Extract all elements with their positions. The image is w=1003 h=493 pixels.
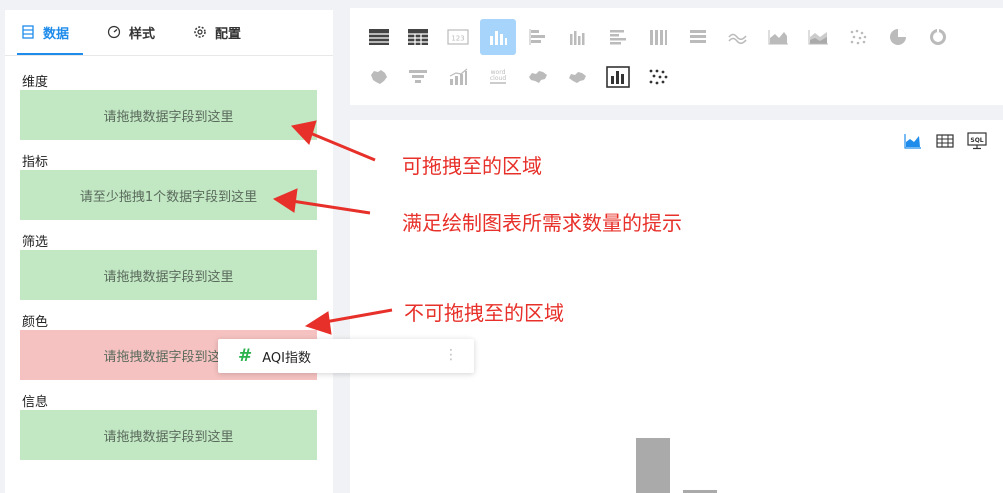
field-name: AQI指数 [262, 350, 311, 366]
word-cloud-icon[interactable]: word cloud [486, 65, 510, 89]
tab-label: 配置 [215, 26, 242, 42]
area-chart-icon[interactable] [766, 25, 790, 49]
table-icon[interactable] [367, 25, 391, 49]
wave-line-icon[interactable] [726, 25, 750, 49]
config-panel: 数据 样式 配置 维度 请拖拽数据字段到这里 指标 请至少拖拽1个数据字段到这里… [5, 10, 333, 493]
section-label-filter: 筛选 [22, 235, 49, 250]
svg-text:123: 123 [451, 35, 464, 43]
funnel-icon[interactable] [406, 65, 430, 89]
drop-zone-measure[interactable]: 请至少拖拽1个数据字段到这里 [20, 170, 317, 220]
kpi-card-icon[interactable]: 123 [446, 25, 470, 49]
section-label-color: 颜色 [22, 315, 49, 330]
section-label-info: 信息 [22, 395, 49, 410]
tab-label: 数据 [43, 26, 70, 42]
config-tabs: 数据 样式 配置 [5, 10, 333, 56]
section-label-dimension: 维度 [22, 75, 49, 90]
stacked-area-icon[interactable] [806, 25, 830, 49]
active-tab-indicator [17, 53, 83, 55]
chart-type-selector: 123 word cloud [350, 8, 1003, 105]
table-icon [21, 25, 35, 39]
tab-data[interactable]: 数据 [21, 22, 69, 42]
gear-icon [193, 25, 207, 39]
annotation-not-droppable: 不可拖拽至的区域 [404, 301, 564, 325]
more-icon[interactable]: ⋮ [444, 347, 458, 363]
preview-bar [636, 438, 670, 493]
section-label-measure: 指标 [22, 155, 49, 170]
grouped-bar-icon[interactable] [606, 25, 630, 49]
framed-bar-icon[interactable] [606, 65, 630, 89]
china-map-icon[interactable] [526, 65, 550, 89]
drop-zone-filter[interactable]: 请拖拽数据字段到这里 [20, 250, 317, 300]
column-chart-icon[interactable] [480, 19, 516, 55]
dot-grid-icon[interactable] [646, 65, 670, 89]
donut-chart-icon[interactable] [926, 25, 950, 49]
scatter-dots-icon[interactable] [846, 25, 870, 49]
annotation-requirement-hint: 满足绘制图表所需求数量的提示 [402, 211, 682, 235]
stacked-column-icon[interactable] [646, 25, 670, 49]
dragging-field-card[interactable]: # AQI指数 ⋮ [218, 339, 474, 373]
tab-style[interactable]: 样式 [107, 22, 155, 42]
annotation-droppable: 可拖拽至的区域 [402, 154, 542, 178]
stacked-bar-icon[interactable] [686, 25, 710, 49]
region-map-icon[interactable] [566, 65, 590, 89]
pie-chart-icon[interactable] [886, 25, 910, 49]
svg-text:cloud: cloud [490, 75, 506, 82]
drop-zone-dimension[interactable]: 请拖拽数据字段到这里 [20, 90, 317, 140]
tab-label: 样式 [129, 26, 156, 42]
grouped-column-icon[interactable] [566, 25, 590, 49]
gauge-icon [107, 25, 121, 39]
bar-chart-icon[interactable] [526, 25, 550, 49]
combo-chart-icon[interactable] [446, 65, 470, 89]
cross-table-icon[interactable] [406, 25, 430, 49]
map-icon[interactable] [367, 65, 391, 89]
drop-zone-info[interactable]: 请拖拽数据字段到这里 [20, 410, 317, 460]
tab-config[interactable]: 配置 [193, 22, 241, 42]
number-field-icon: # [238, 346, 253, 366]
